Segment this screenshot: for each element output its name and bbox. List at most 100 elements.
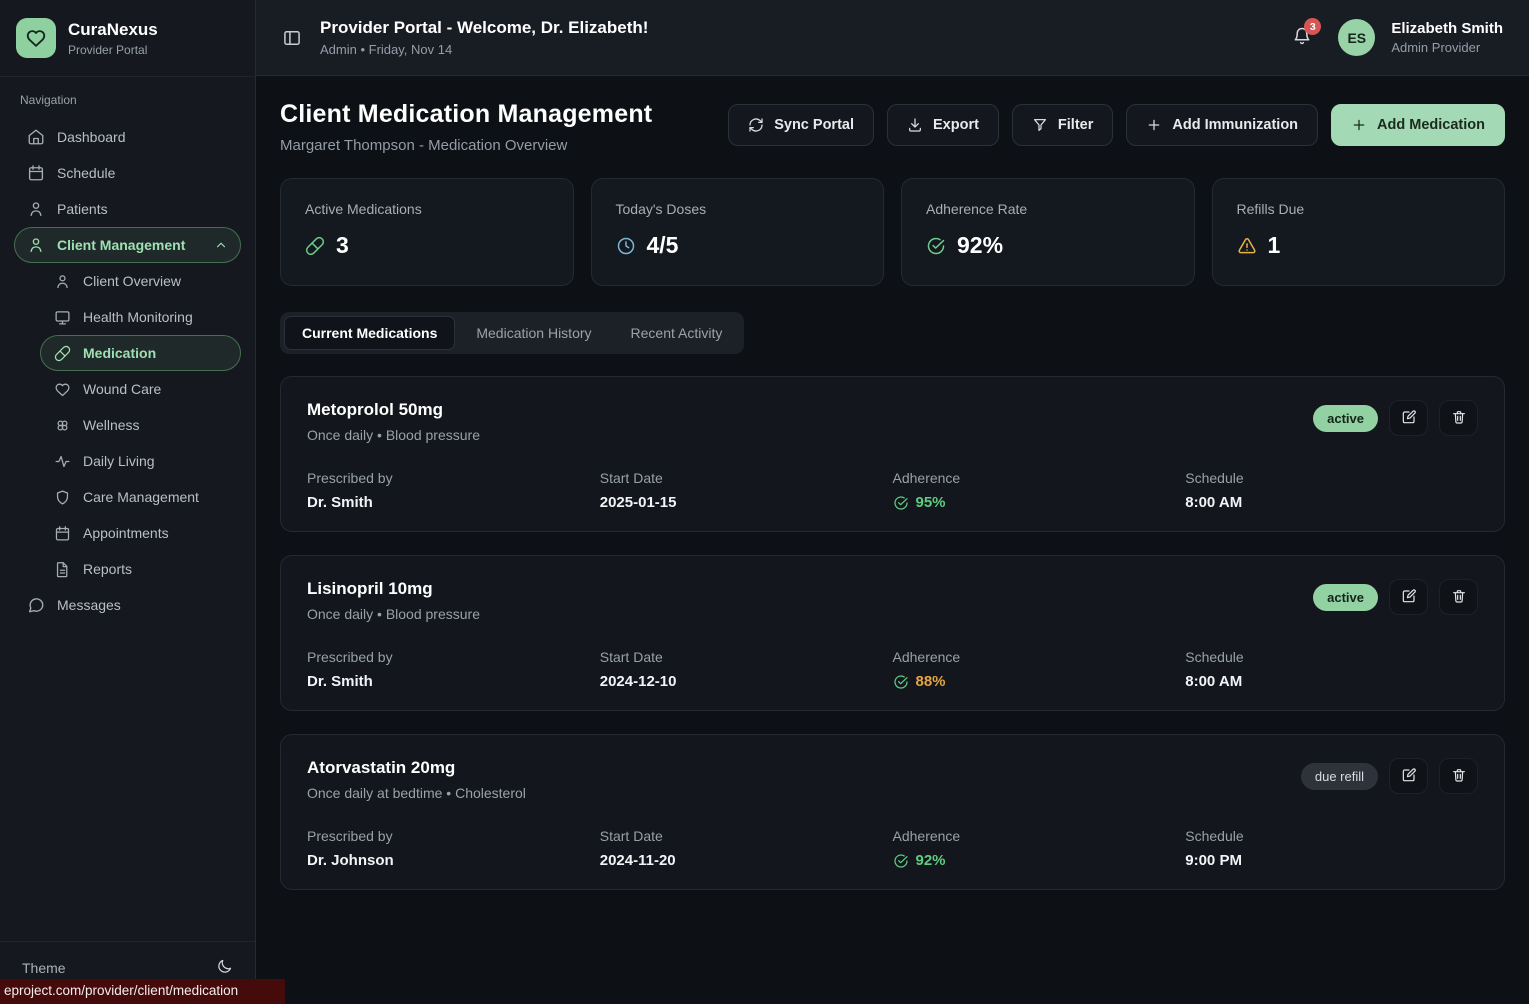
stat-label: Adherence Rate — [926, 201, 1170, 217]
notification-count-badge: 3 — [1304, 18, 1321, 35]
medication-card: Atorvastatin 20mg Once daily at bedtime … — [280, 734, 1505, 890]
shield-icon — [53, 489, 71, 506]
edit-medication-button[interactable] — [1389, 579, 1428, 615]
user-icon — [27, 200, 45, 218]
prescriber-value: Dr. Smith — [307, 494, 600, 511]
sidebar-item-wound-care[interactable]: Wound Care — [40, 371, 241, 407]
avatar[interactable]: ES — [1338, 19, 1375, 56]
file-icon — [53, 561, 71, 578]
stat-card-todays-doses: Today's Doses 4/5 — [591, 178, 885, 286]
top-header: Provider Portal - Welcome, Dr. Elizabeth… — [256, 0, 1529, 76]
user-icon — [53, 273, 71, 290]
header-text: Provider Portal - Welcome, Dr. Elizabeth… — [320, 18, 648, 57]
detail-label: Adherence — [893, 828, 1186, 844]
medication-card: Metoprolol 50mg Once daily • Blood press… — [280, 376, 1505, 532]
brand-subtitle: Provider Portal — [68, 43, 158, 57]
header-subtitle: Admin • Friday, Nov 14 — [320, 42, 648, 57]
sidebar-item-label: Health Monitoring — [83, 309, 193, 325]
notifications-button[interactable]: 3 — [1292, 26, 1312, 49]
detail-label: Adherence — [893, 649, 1186, 665]
bell-icon — [1292, 33, 1312, 49]
sidebar-item-label: Wound Care — [83, 381, 161, 397]
edit-medication-button[interactable] — [1389, 758, 1428, 794]
sidebar-item-label: Patients — [57, 201, 108, 217]
delete-medication-button[interactable] — [1439, 579, 1478, 615]
page-title-row: Client Medication Management Margaret Th… — [280, 100, 1505, 154]
sidebar-item-schedule[interactable]: Schedule — [14, 155, 241, 191]
sidebar-item-wellness[interactable]: Wellness — [40, 407, 241, 443]
schedule-value: 9:00 PM — [1185, 852, 1478, 869]
page-title: Client Medication Management — [280, 100, 652, 129]
sidebar-toggle-icon[interactable] — [282, 28, 302, 48]
user-role: Admin Provider — [1391, 40, 1503, 55]
stat-value: 1 — [1268, 232, 1281, 259]
edit-icon — [1401, 767, 1417, 786]
stat-label: Active Medications — [305, 201, 549, 217]
sidebar-item-dashboard[interactable]: Dashboard — [14, 119, 241, 155]
detail-label: Prescribed by — [307, 470, 600, 486]
filter-button[interactable]: Filter — [1012, 104, 1113, 146]
sidebar-item-health-monitoring[interactable]: Health Monitoring — [40, 299, 241, 335]
prescriber-value: Dr. Johnson — [307, 852, 600, 869]
adherence-value: 95% — [916, 494, 946, 511]
flower-icon — [53, 417, 71, 434]
delete-medication-button[interactable] — [1439, 400, 1478, 436]
trash-icon — [1451, 767, 1467, 786]
prescriber-value: Dr. Smith — [307, 673, 600, 690]
edit-medication-button[interactable] — [1389, 400, 1428, 436]
detail-adherence: Adherence 88% — [893, 649, 1186, 690]
moon-icon[interactable] — [216, 958, 233, 978]
detail-adherence: Adherence 95% — [893, 470, 1186, 511]
start-date-value: 2024-11-20 — [600, 852, 893, 869]
add-medication-button[interactable]: Add Medication — [1331, 104, 1505, 146]
stats-row: Active Medications 3 Today's Doses 4/5 A… — [280, 178, 1505, 286]
sidebar-item-daily-living[interactable]: Daily Living — [40, 443, 241, 479]
add-medication-label: Add Medication — [1377, 117, 1485, 133]
activity-icon — [53, 453, 71, 470]
chevron-up-icon — [214, 238, 228, 252]
main-area: Provider Portal - Welcome, Dr. Elizabeth… — [256, 0, 1529, 1004]
calendar-icon — [27, 164, 45, 182]
edit-icon — [1401, 588, 1417, 607]
detail-label: Adherence — [893, 470, 1186, 486]
sidebar-item-messages[interactable]: Messages — [14, 587, 241, 623]
monitor-icon — [53, 309, 71, 326]
detail-label: Schedule — [1185, 649, 1478, 665]
browser-status-url: eproject.com/provider/client/medication — [0, 979, 285, 1004]
stat-card-active-medications: Active Medications 3 — [280, 178, 574, 286]
sidebar-item-patients[interactable]: Patients — [14, 191, 241, 227]
detail-label: Prescribed by — [307, 828, 600, 844]
download-icon — [907, 117, 923, 133]
sidebar-item-care-management[interactable]: Care Management — [40, 479, 241, 515]
tab-current-medications[interactable]: Current Medications — [284, 316, 455, 350]
detail-schedule: Schedule 8:00 AM — [1185, 470, 1478, 511]
sidebar-item-label: Daily Living — [83, 453, 155, 469]
sidebar-item-client-overview[interactable]: Client Overview — [40, 263, 241, 299]
tab-recent-activity[interactable]: Recent Activity — [613, 316, 741, 350]
header-title: Provider Portal - Welcome, Dr. Elizabeth… — [320, 18, 648, 38]
export-button[interactable]: Export — [887, 104, 999, 146]
trash-icon — [1451, 409, 1467, 428]
medication-info: Lisinopril 10mg Once daily • Blood press… — [307, 579, 480, 622]
page-title-block: Client Medication Management Margaret Th… — [280, 100, 652, 154]
tab-medication-history[interactable]: Medication History — [458, 316, 609, 350]
medication-frequency: Once daily at bedtime • Cholesterol — [307, 785, 526, 801]
trash-icon — [1451, 588, 1467, 607]
sidebar-item-label: Reports — [83, 561, 132, 577]
sidebar-item-appointments[interactable]: Appointments — [40, 515, 241, 551]
sidebar-item-medication[interactable]: Medication — [40, 335, 241, 371]
medication-card: Lisinopril 10mg Once daily • Blood press… — [280, 555, 1505, 711]
stat-card-refills-due: Refills Due 1 — [1212, 178, 1506, 286]
sidebar-item-reports[interactable]: Reports — [40, 551, 241, 587]
sidebar-item-client-management[interactable]: Client Management — [14, 227, 241, 263]
delete-medication-button[interactable] — [1439, 758, 1478, 794]
add-immunization-button[interactable]: Add Immunization — [1126, 104, 1318, 146]
detail-start-date: Start Date 2024-12-10 — [600, 649, 893, 690]
sidebar-item-label: Schedule — [57, 165, 115, 181]
user-name: Elizabeth Smith — [1391, 20, 1503, 37]
sync-portal-button[interactable]: Sync Portal — [728, 104, 874, 146]
sidebar-item-label: Dashboard — [57, 129, 126, 145]
filter-icon — [1032, 117, 1048, 133]
medication-frequency: Once daily • Blood pressure — [307, 606, 480, 622]
stat-label: Refills Due — [1237, 201, 1481, 217]
